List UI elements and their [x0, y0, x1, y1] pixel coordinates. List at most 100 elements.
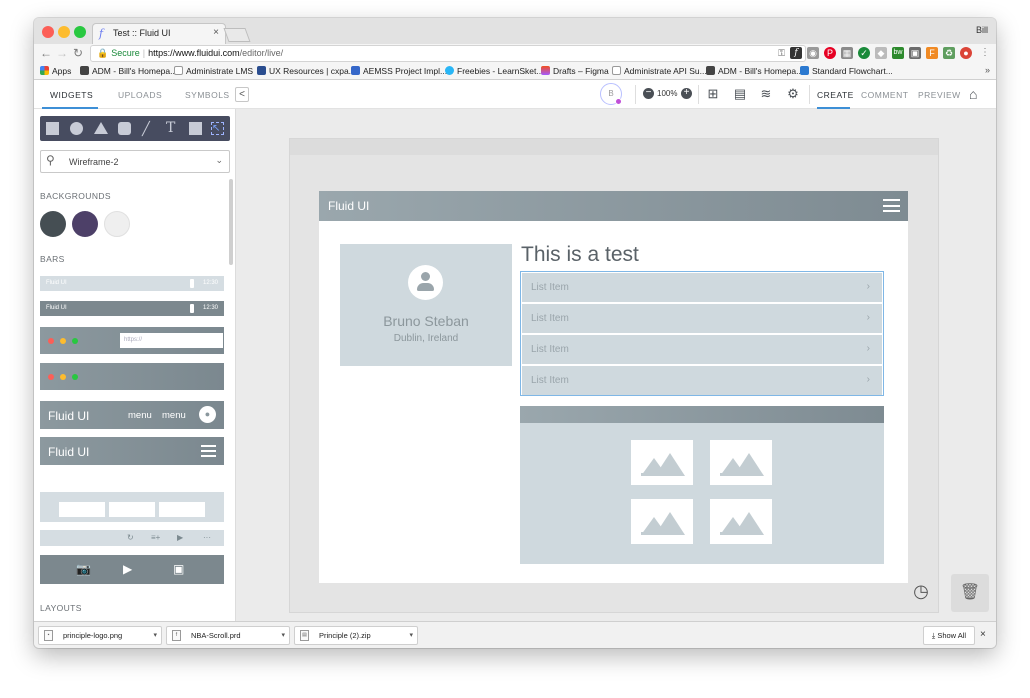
image-placeholder-icon[interactable]	[631, 499, 693, 544]
chevron-down-icon[interactable]: ▾	[409, 627, 413, 644]
tab-preview[interactable]: PREVIEW	[918, 90, 961, 100]
back-arrow-icon[interactable]: ←	[40, 46, 52, 60]
user-avatar[interactable]: B	[600, 83, 622, 105]
widget-camera-bar[interactable]: 📷 ▶ ▣	[40, 555, 224, 584]
image-tool-icon[interactable]	[189, 122, 202, 135]
widget-app-bar-menus[interactable]: Fluid UI menu menu ●	[40, 401, 224, 429]
close-downloads-icon[interactable]: ×	[980, 629, 986, 640]
more-menu-icon[interactable]: ⋮	[980, 47, 990, 58]
bookmark-item[interactable]: Administrate LMS	[174, 66, 253, 76]
profile-card[interactable]: Bruno Steban Dublin, Ireland	[340, 244, 512, 366]
widget-tab-bar[interactable]	[40, 492, 224, 522]
widget-status-bar-light[interactable]: Fluid UI 12:30	[40, 276, 224, 291]
widget-browser-bar-url[interactable]: https://	[40, 327, 224, 354]
circle-tool-icon[interactable]	[70, 122, 83, 135]
list-item[interactable]: List Item ›	[522, 366, 882, 395]
trash-icon[interactable]: 🗑	[951, 574, 989, 612]
bookmark-apps[interactable]: Apps	[40, 66, 71, 76]
tab-create[interactable]: CREATE	[817, 90, 854, 100]
screen-app-bar[interactable]: Fluid UI	[319, 191, 908, 221]
bookmark-item[interactable]: ADM - Bill's Homepa...	[706, 66, 803, 76]
history-icon[interactable]: ◷	[907, 577, 935, 605]
maximize-window-button[interactable]	[74, 26, 86, 38]
image-gallery[interactable]	[520, 406, 884, 564]
bw-extension-icon[interactable]: bw	[892, 47, 904, 59]
download-item[interactable]: ▤ Principle (2).zip ▾	[294, 626, 418, 645]
tab-uploads[interactable]: UPLOADS	[118, 90, 162, 100]
grid-extension-icon[interactable]: ▦	[841, 47, 853, 59]
settings-gear-icon[interactable]: ⚙	[785, 86, 801, 102]
sitemap-icon[interactable]: ⊞	[705, 86, 721, 102]
fx-extension-icon[interactable]: f	[790, 47, 802, 59]
widget-media-controls-bar[interactable]: ↻ ≡+ ▶ ···	[40, 530, 224, 546]
tab-widgets[interactable]: WIDGETS	[50, 90, 93, 100]
image-placeholder-icon[interactable]	[710, 440, 772, 485]
zoom-level[interactable]: 100%	[657, 89, 677, 98]
chrome-extension-icon[interactable]: ●	[960, 47, 972, 59]
download-item[interactable]: ▪ principle-logo.png ▾	[38, 626, 162, 645]
key-icon[interactable]: ⚿	[778, 46, 785, 61]
recycle-extension-icon[interactable]: ♻	[943, 47, 955, 59]
pinterest-extension-icon[interactable]: P	[824, 47, 836, 59]
bookmarks-overflow-icon[interactable]: »	[985, 65, 990, 75]
zoom-out-icon[interactable]: −	[643, 88, 654, 99]
tab-symbols[interactable]: SYMBOLS	[185, 90, 230, 100]
list-item[interactable]: List Item ›	[522, 304, 882, 333]
list-widget[interactable]: List Item › List Item › List Item › List It…	[520, 271, 884, 396]
minimize-window-button[interactable]	[58, 26, 70, 38]
f-extension-icon[interactable]: F	[926, 47, 938, 59]
download-item[interactable]: f NBA-Scroll.prd ▾	[166, 626, 290, 645]
widget-app-bar-hamburger[interactable]: Fluid UI	[40, 437, 224, 465]
list-item[interactable]: List Item ›	[522, 273, 882, 302]
background-swatch-purple[interactable]	[72, 211, 98, 237]
camera-extension-icon[interactable]: ◉	[807, 47, 819, 59]
sidebar-scrollbar[interactable]	[229, 179, 233, 265]
reload-icon[interactable]: ↻	[73, 46, 83, 60]
image-placeholder-icon[interactable]	[710, 499, 772, 544]
widget-library-select[interactable]: ⚲ Wireframe-2 ⌄	[40, 150, 230, 173]
bookmark-item[interactable]: Standard Flowchart...	[800, 66, 893, 76]
design-canvas[interactable]: Fluid UI Bruno Steban Dublin, Ireland Th…	[236, 109, 996, 621]
shield-extension-icon[interactable]: ◆	[875, 47, 887, 59]
text-tool-icon[interactable]: T	[166, 121, 179, 135]
zoom-in-icon[interactable]: +	[681, 88, 692, 99]
widget-browser-bar[interactable]	[40, 363, 224, 390]
bookmark-item[interactable]: Drafts – Figma	[541, 66, 609, 76]
hamburger-menu-icon[interactable]	[883, 199, 900, 212]
bookmark-item[interactable]: UX Resources | cxpa...	[257, 66, 356, 76]
image-placeholder-icon[interactable]	[631, 440, 693, 485]
select-tool-icon[interactable]: ↖	[211, 122, 224, 135]
battery-icon	[190, 279, 194, 288]
bookmark-item[interactable]: AEMSS Project Impl...	[351, 66, 447, 76]
rounded-rect-tool-icon[interactable]	[118, 122, 131, 135]
chevron-down-icon[interactable]: ▾	[281, 627, 285, 644]
add-page-icon[interactable]: ▤	[732, 86, 748, 102]
triangle-tool-icon[interactable]	[94, 122, 108, 134]
forward-arrow-icon[interactable]: →	[56, 46, 68, 60]
list-item[interactable]: List Item ›	[522, 335, 882, 364]
bookmark-item[interactable]: Administrate API Su...	[612, 66, 707, 76]
page-title[interactable]: This is a test	[521, 243, 639, 267]
tab-close-icon[interactable]: ×	[213, 27, 219, 38]
new-tab-button[interactable]	[223, 28, 251, 42]
address-bar[interactable]: 🔒 Secure | https://www.fluidui.com/editor/l…	[90, 45, 806, 62]
tab-comment[interactable]: COMMENT	[861, 90, 908, 100]
background-swatch-light[interactable]	[104, 211, 130, 237]
close-window-button[interactable]	[42, 26, 54, 38]
profile-name[interactable]: Bill	[976, 25, 988, 35]
show-all-downloads-button[interactable]: ⤓ Show All	[923, 626, 975, 645]
browser-tab[interactable]: f Test :: Fluid UI ×	[92, 23, 226, 44]
rectangle-tool-icon[interactable]	[46, 122, 59, 135]
note-extension-icon[interactable]: ▣	[909, 47, 921, 59]
widget-status-bar-dark[interactable]: Fluid UI 12:30	[40, 301, 224, 316]
line-tool-icon[interactable]: ╱	[142, 122, 155, 135]
collapse-panel-button[interactable]: <	[235, 87, 249, 102]
bookmark-item[interactable]: ADM - Bill's Homepa...	[80, 66, 177, 76]
chevron-down-icon[interactable]: ▾	[153, 627, 157, 644]
screen-frame[interactable]: Fluid UI Bruno Steban Dublin, Ireland Th…	[319, 191, 908, 583]
check-extension-icon[interactable]: ✓	[858, 47, 870, 59]
background-swatch-dark[interactable]	[40, 211, 66, 237]
bookmark-item[interactable]: Freebies - LearnSket...	[445, 66, 543, 76]
layers-icon[interactable]: ≋	[758, 86, 774, 102]
home-icon[interactable]: ⌂	[969, 86, 977, 102]
